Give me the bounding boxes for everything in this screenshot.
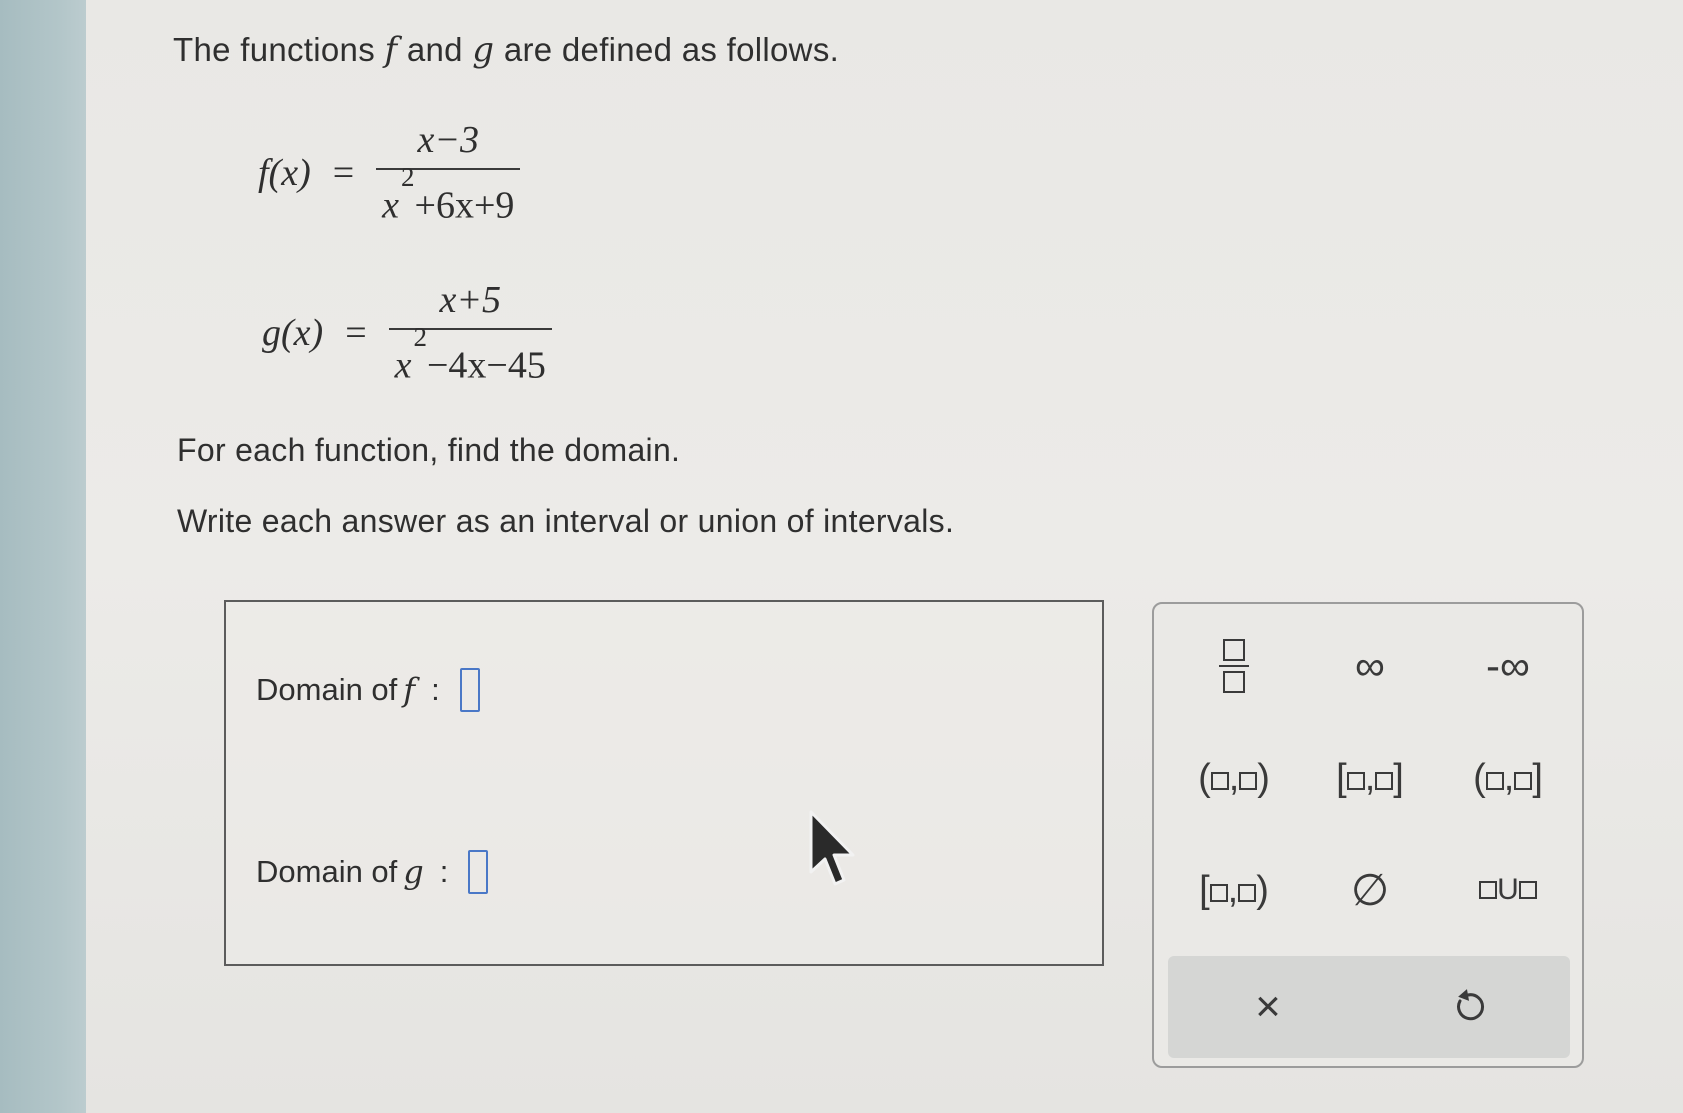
clear-button[interactable]: × xyxy=(1168,956,1368,1058)
domain-f-label: Domain of xyxy=(256,672,398,707)
domain-f-var: f xyxy=(403,671,416,709)
undo-icon xyxy=(1457,989,1484,1021)
domain-g-colon: : xyxy=(439,854,449,889)
open-closed-interval-glyph: (,] xyxy=(1473,756,1543,799)
g-den-base: x xyxy=(394,344,412,387)
undo-button[interactable] xyxy=(1368,956,1568,1058)
math-keypad: ∞ -∞ (,) [,] (,] [,) ∅ U × xyxy=(1152,602,1584,1068)
closed-open-interval-key[interactable]: [,) xyxy=(1174,850,1294,930)
closed-closed-interval-key[interactable]: [,] xyxy=(1310,738,1430,818)
intro-text-3: are defined as follows. xyxy=(494,31,840,68)
domain-g-var: g xyxy=(403,853,424,891)
g-lhs: g(x) xyxy=(262,311,324,354)
equation-g: g(x) = x+5 x2−4x−45 xyxy=(262,278,552,388)
f-den-rest: +6x+9 xyxy=(414,184,515,227)
g-den-rest: −4x−45 xyxy=(427,344,546,387)
open-open-interval-glyph: (,) xyxy=(1198,756,1270,799)
f-denominator: x2+6x+9 xyxy=(376,162,520,228)
g-numerator-text: x+5 xyxy=(439,279,501,321)
intro-var-f: f xyxy=(384,30,398,70)
f-numerator-text: x−3 xyxy=(417,119,480,161)
clear-icon: × xyxy=(1255,982,1281,1031)
g-fraction: x+5 x2−4x−45 xyxy=(388,278,552,388)
domain-f-input[interactable] xyxy=(459,668,480,712)
closed-open-interval-glyph: [,) xyxy=(1199,868,1269,911)
keypad-action-bar: × xyxy=(1168,956,1570,1058)
g-den-exp: 2 xyxy=(413,322,428,352)
empty-set-key-label: ∅ xyxy=(1350,865,1390,915)
domain-f-colon: : xyxy=(431,672,440,707)
negative-infinity-key-label: -∞ xyxy=(1486,642,1530,689)
f-numerator: x−3 xyxy=(412,118,486,168)
f-den-exp: 2 xyxy=(401,162,415,192)
closed-closed-interval-glyph: [,] xyxy=(1336,756,1404,799)
fraction-key-glyph xyxy=(1219,639,1249,693)
g-denominator: x2−4x−45 xyxy=(389,322,552,388)
g-numerator: x+5 xyxy=(433,278,507,328)
domain-g-label: Domain of xyxy=(256,854,398,889)
equation-f: f(x) = x−3 x2+6x+9 xyxy=(258,118,521,228)
infinity-key-label: ∞ xyxy=(1355,642,1385,689)
union-key[interactable]: U xyxy=(1448,850,1568,930)
domain-g-input[interactable] xyxy=(468,850,489,894)
intro-var-g: g xyxy=(472,30,495,70)
infinity-key[interactable]: ∞ xyxy=(1310,626,1430,706)
g-equals: = xyxy=(345,311,367,354)
f-den-base: x xyxy=(382,184,400,227)
intro-text-2: and xyxy=(397,31,473,68)
negative-infinity-key[interactable]: -∞ xyxy=(1448,626,1568,706)
mouse-cursor-icon xyxy=(809,810,855,886)
union-symbol: U xyxy=(1497,873,1519,906)
union-key-glyph: U xyxy=(1479,873,1537,907)
instruction-interval: Write each answer as an interval or unio… xyxy=(177,503,955,539)
domain-f-row: Domain of f : xyxy=(256,668,480,712)
open-closed-interval-key[interactable]: (,] xyxy=(1448,738,1568,818)
intro-text-1: The functions xyxy=(173,31,385,68)
problem-intro: The functions f and g are defined as fol… xyxy=(173,30,839,70)
fraction-key[interactable] xyxy=(1174,626,1294,706)
empty-set-key[interactable]: ∅ xyxy=(1310,850,1430,930)
domain-g-row: Domain of g : xyxy=(256,850,489,894)
f-lhs: f(x) xyxy=(258,151,311,194)
open-open-interval-key[interactable]: (,) xyxy=(1174,738,1294,818)
answer-panel: Domain of f : Domain of g : xyxy=(224,600,1104,966)
instruction-find-domain: For each function, find the domain. xyxy=(177,432,681,468)
f-fraction: x−3 x2+6x+9 xyxy=(376,118,521,228)
left-sidebar xyxy=(0,0,86,1113)
f-equals: = xyxy=(332,151,355,194)
